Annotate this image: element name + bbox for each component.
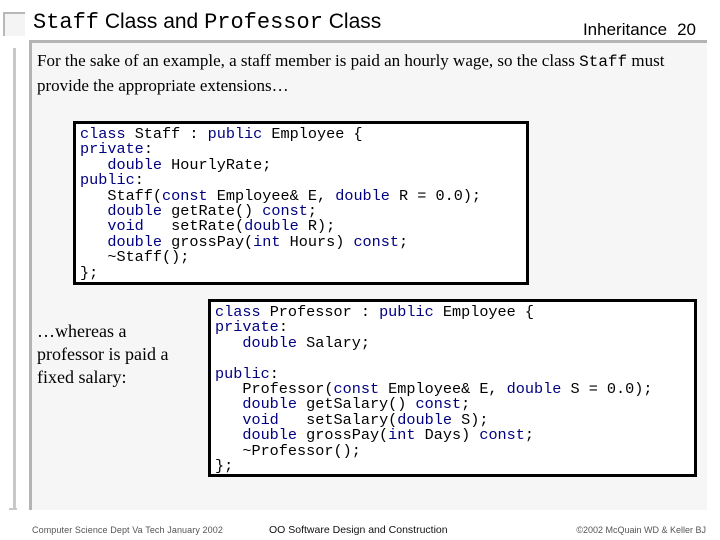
footer-dept: Computer Science Dept Va Tech January 20… (32, 525, 223, 535)
code-keyword: double (335, 186, 390, 205)
code-token: R = 0.0); (389, 186, 482, 205)
code-keyword: public (207, 125, 263, 143)
footer-copyright: ©2002 McQuain WD & Keller BJ (576, 525, 706, 535)
title-part: Class and (99, 10, 205, 33)
code-token: ; (399, 232, 409, 251)
code-keyword: int (388, 426, 416, 445)
code-keyword: int (253, 232, 281, 251)
code-keyword: const (479, 426, 525, 445)
code-token: S = 0.0); (561, 380, 653, 399)
intro-paragraph: For the sake of an example, a staff memb… (37, 49, 707, 98)
code-token: Hours) (280, 232, 354, 251)
code-token: }; (215, 457, 234, 476)
section-header: Inheritance 20 (583, 20, 696, 40)
code-token: ~Professor(); (215, 441, 361, 460)
code-line: double Salary; (215, 333, 690, 352)
intro-code-word: Staff (579, 53, 628, 71)
code-line: double HourlyRate; (80, 155, 522, 174)
code-token: Salary; (297, 333, 370, 352)
code-keyword: double (242, 333, 298, 352)
title-part: Class (322, 10, 382, 33)
slide-title: Staff Class and Professor Class (33, 8, 381, 35)
code-keyword: public (379, 303, 434, 321)
left-rule (13, 48, 16, 510)
code-keyword: double (506, 380, 562, 399)
intro-text: For the sake of an example, a staff memb… (37, 51, 580, 70)
code-line: }; (215, 457, 690, 476)
title-part: Professor (204, 10, 323, 35)
code-token: }; (80, 263, 99, 282)
code-line: ~Professor(); (215, 441, 690, 460)
title-decoration (3, 12, 25, 36)
slide-number: 20 (677, 20, 696, 39)
title-part: Staff (33, 10, 100, 35)
code-token: Employee { (262, 125, 363, 143)
professor-class-code: class Professor : public Employee {priva… (208, 299, 697, 477)
section-name: Inheritance (582, 20, 668, 39)
code-line: ~Staff(); (80, 250, 522, 265)
code-token: Employee { (433, 303, 535, 321)
professor-description: …whereas a professor is paid a fixed sal… (37, 321, 169, 387)
staff-class-code: class Staff : public Employee {private: … (73, 121, 529, 285)
code-token: HourlyRate; (162, 155, 272, 174)
footer-course: OO Software Design and Construction (269, 524, 448, 536)
code-token: Days) (415, 426, 480, 445)
left-rule-foot (9, 508, 17, 510)
code-token: ; (524, 426, 535, 445)
code-line: }; (80, 263, 522, 282)
code-keyword: const (353, 232, 400, 251)
